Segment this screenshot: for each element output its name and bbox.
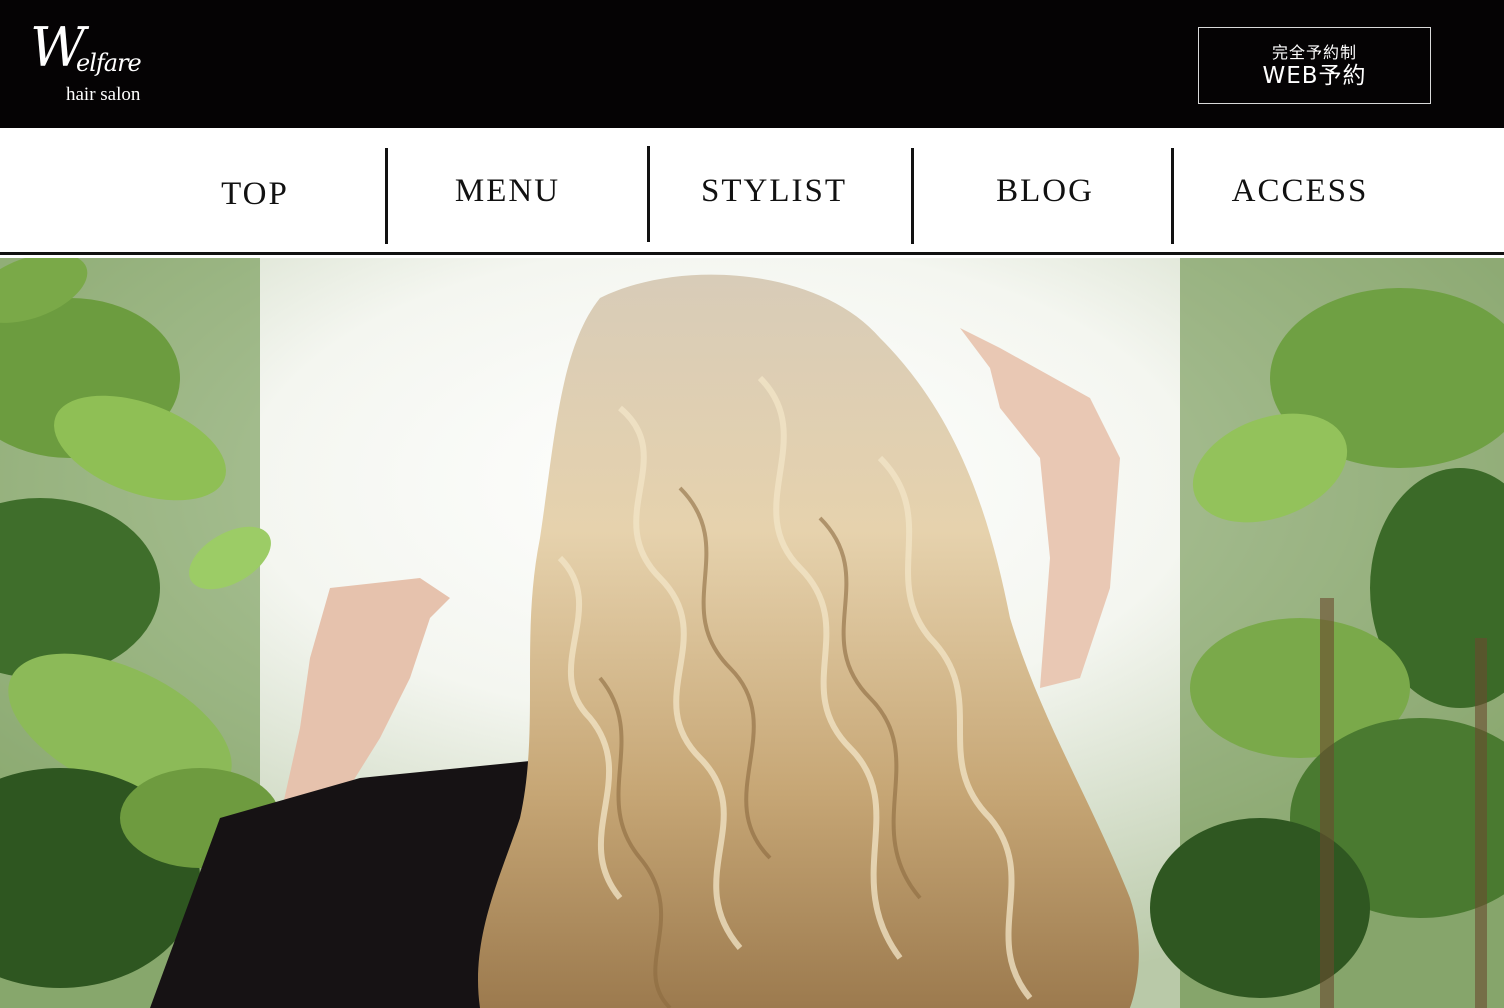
nav-item-access[interactable]: ACCESS bbox=[1200, 128, 1400, 252]
nav-label-blog: BLOG bbox=[996, 173, 1094, 209]
nav-divider bbox=[1171, 148, 1174, 244]
web-reservation-button[interactable]: 完全予約制 WEB予約 bbox=[1198, 27, 1431, 104]
nav-divider bbox=[385, 148, 388, 244]
nav-label-menu: MENU bbox=[454, 173, 561, 209]
site-logo[interactable]: W elfare hair salon bbox=[30, 18, 200, 110]
nav-divider bbox=[647, 146, 650, 242]
hero-illustration bbox=[0, 258, 1504, 1008]
nav-item-top[interactable]: TOP bbox=[170, 128, 340, 252]
nav-divider bbox=[911, 148, 914, 244]
right-foliage bbox=[1150, 258, 1504, 1008]
reservation-label: WEB予約 bbox=[1262, 63, 1367, 89]
logo-word: elfare bbox=[76, 49, 142, 77]
site-header: W elfare hair salon 完全予約制 WEB予約 bbox=[0, 0, 1504, 128]
logo-subtitle: hair salon bbox=[66, 84, 141, 105]
nav-item-blog[interactable]: BLOG bbox=[940, 128, 1150, 252]
hero-image bbox=[0, 258, 1504, 1008]
nav-item-stylist[interactable]: STYLIST bbox=[668, 128, 880, 252]
nav-item-menu[interactable]: MENU bbox=[405, 128, 610, 252]
nav-label-stylist: STYLIST bbox=[701, 173, 847, 209]
nav-label-top: TOP bbox=[221, 176, 289, 212]
main-navigation: TOP MENU STYLIST BLOG ACCESS bbox=[0, 128, 1504, 255]
nav-label-access: ACCESS bbox=[1231, 173, 1369, 209]
reservation-note: 完全予約制 bbox=[1271, 43, 1357, 62]
